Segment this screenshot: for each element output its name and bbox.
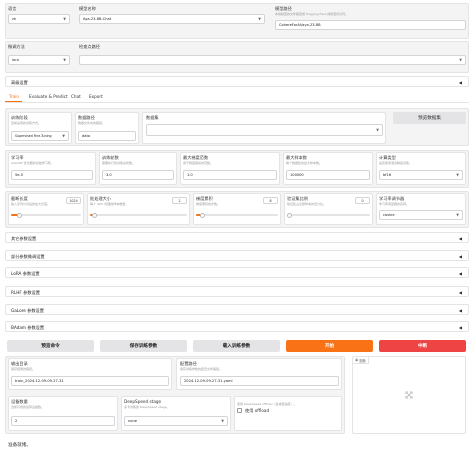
save-args-button[interactable]: 保存训练参数 bbox=[100, 340, 187, 352]
tab-train[interactable]: Train bbox=[9, 94, 19, 99]
dataset-dir-hint: 数据文件夹的路径。 bbox=[78, 121, 106, 125]
batch-number[interactable]: 2 bbox=[172, 197, 187, 204]
load-args-button[interactable]: 载入训练参数 bbox=[193, 340, 280, 352]
dataset-dir-input[interactable]: data bbox=[78, 131, 136, 141]
model-name-label: 模型名称 bbox=[79, 6, 96, 11]
finetune-select[interactable]: lora ▼ bbox=[8, 55, 70, 65]
tab-chat[interactable]: Chat bbox=[71, 94, 81, 99]
val-size-number[interactable]: 0 bbox=[355, 197, 370, 204]
ds-offload-hint: 使用 DeepSpeed offload（会减慢速度）。 bbox=[237, 402, 297, 406]
slider-handle[interactable] bbox=[287, 212, 292, 218]
model-name-select[interactable]: Aya-23-8B-Chat ▼ bbox=[79, 14, 265, 24]
advanced-settings-label: 高级设置 bbox=[11, 80, 28, 85]
empty-plot-icon bbox=[405, 391, 413, 399]
ds-offload-checkbox[interactable] bbox=[237, 408, 242, 413]
chevron-left-icon: ◀ bbox=[458, 307, 462, 313]
other-settings-accordion[interactable]: 其它参数设置 ◀ bbox=[5, 232, 469, 243]
config-path-input[interactable]: 2024-12-09-09-27-31.yaml bbox=[180, 376, 339, 386]
batch-slider[interactable] bbox=[90, 212, 187, 218]
badam-settings-accordion[interactable]: BAdam 参数设置 ◀ bbox=[5, 321, 469, 332]
batch-hint: 每个 GPU 处理的样本数量。 bbox=[90, 202, 129, 206]
chevron-left-icon: ◀ bbox=[458, 253, 462, 259]
scheduler-hint: 学习率调度器的名称。 bbox=[379, 202, 410, 206]
slider-handle[interactable] bbox=[16, 212, 22, 218]
max-samples-hint: 每个数据集的最大样本数。 bbox=[286, 161, 323, 165]
chevron-down-icon: ▼ bbox=[376, 128, 379, 132]
checkpoint-label: 检查点路径 bbox=[79, 44, 100, 49]
chevron-down-icon: ▼ bbox=[221, 419, 224, 423]
model-path-input[interactable]: CohereForAI/aya-23-8B bbox=[275, 20, 466, 30]
preview-command-button[interactable]: 预览命令 bbox=[7, 340, 94, 352]
max-samples-input[interactable]: 100000 bbox=[286, 170, 370, 180]
grad-acc-slider[interactable] bbox=[196, 212, 278, 218]
ds-stage-hint: 多卡训练的 DeepSpeed stage。 bbox=[124, 405, 170, 409]
tab-evaluate[interactable]: Evaluate & Predict bbox=[29, 94, 68, 99]
image-icon: ▣ bbox=[355, 358, 359, 362]
chevron-down-icon: ▼ bbox=[456, 213, 459, 217]
dataset-select[interactable]: ▼ bbox=[146, 124, 383, 136]
finetune-label: 微调方法 bbox=[8, 44, 25, 49]
chevron-left-icon: ◀ bbox=[458, 324, 462, 330]
lr-hint: AdamW 优化器的初始学习率。 bbox=[11, 161, 54, 165]
val-size-slider[interactable] bbox=[287, 212, 370, 218]
grad-acc-hint: 梯度累积的步数。 bbox=[196, 202, 221, 206]
galore-settings-accordion[interactable]: GaLore 参数设置 ◀ bbox=[5, 304, 469, 315]
device-input[interactable]: 2 bbox=[11, 416, 115, 426]
chevron-left-icon: ◀ bbox=[458, 270, 462, 276]
output-dir-input[interactable]: train_2024-12-09-09-27-31 bbox=[11, 376, 169, 386]
freeze-settings-accordion[interactable]: 部分参数微调设置 ◀ bbox=[5, 250, 469, 261]
chevron-down-icon: ▼ bbox=[258, 17, 261, 21]
ds-stage-select[interactable]: none ▼ bbox=[124, 416, 228, 426]
chevron-down-icon: ▼ bbox=[63, 17, 66, 21]
checkpoint-select[interactable]: ▼ bbox=[79, 55, 466, 65]
ds-stage-label: DeepSpeed stage bbox=[124, 399, 162, 404]
chevron-left-icon: ◀ bbox=[458, 79, 462, 85]
stop-button[interactable]: 中断 bbox=[379, 340, 466, 352]
output-dir-hint: 保存结果的路径。 bbox=[11, 367, 36, 371]
stage-hint: 目前采用的训练方式。 bbox=[11, 121, 42, 125]
tab-divider bbox=[5, 102, 469, 103]
stage-select[interactable]: Supervised Fine-Tuning ▼ bbox=[11, 131, 69, 141]
device-hint: 当前可用的运算设备数。 bbox=[11, 405, 45, 409]
compute-select[interactable]: bf16 ▼ bbox=[379, 170, 463, 180]
cutoff-hint: 输入序列分词后的最大长度。 bbox=[11, 202, 51, 206]
scheduler-select[interactable]: cosine ▼ bbox=[379, 210, 463, 220]
language-label: 语言 bbox=[8, 6, 17, 11]
status-text: 准备就绪。 bbox=[8, 443, 31, 448]
tab-export[interactable]: Export bbox=[89, 94, 103, 99]
chevron-left-icon: ◀ bbox=[458, 289, 462, 295]
max-grad-input[interactable]: 1.0 bbox=[183, 170, 277, 180]
ds-offload-label: 使用 offload bbox=[245, 408, 270, 413]
lr-input[interactable]: 5e-5 bbox=[11, 170, 93, 180]
chevron-down-icon: ▼ bbox=[63, 58, 66, 62]
slider-handle[interactable] bbox=[92, 212, 98, 218]
preview-dataset-button[interactable]: 预览数据集 bbox=[393, 112, 466, 124]
max-grad-hint: 用于梯度裁剪的范数。 bbox=[183, 161, 214, 165]
dataset-label: 数据集 bbox=[146, 115, 159, 120]
cutoff-number[interactable]: 1024 bbox=[66, 197, 81, 204]
val-size-hint: 验证集占全部样本的百分比。 bbox=[287, 202, 327, 206]
config-path-hint: 保存训练参数的配置文件路径。 bbox=[180, 367, 223, 371]
lora-settings-accordion[interactable]: LoRA 参数设置 ◀ bbox=[5, 267, 469, 278]
model-path-hint: 本地模型的文件路径或 Hugging Face 的模型标识符。 bbox=[275, 12, 349, 16]
grad-acc-number[interactable]: 8 bbox=[263, 197, 278, 204]
epochs-hint: 需要执行的训练总轮数。 bbox=[102, 161, 136, 165]
cutoff-slider[interactable] bbox=[11, 212, 81, 218]
language-select[interactable]: zh ▼ bbox=[8, 14, 70, 24]
chevron-left-icon: ◀ bbox=[458, 235, 462, 241]
advanced-settings-accordion[interactable]: 高级设置 ◀ bbox=[5, 76, 469, 87]
chevron-down-icon: ▼ bbox=[459, 58, 462, 62]
epochs-input[interactable]: 3.0 bbox=[102, 170, 174, 180]
chevron-down-icon: ▼ bbox=[456, 173, 459, 177]
start-button[interactable]: 开始 bbox=[286, 340, 373, 352]
slider-handle[interactable] bbox=[200, 212, 206, 218]
plot-label-tag: ▣ 图像 bbox=[353, 357, 369, 364]
rlhf-settings-accordion[interactable]: RLHF 参数设置 ◀ bbox=[5, 286, 469, 297]
chevron-down-icon: ▼ bbox=[62, 134, 65, 138]
compute-hint: 是否使用混合精度训练。 bbox=[379, 161, 413, 165]
